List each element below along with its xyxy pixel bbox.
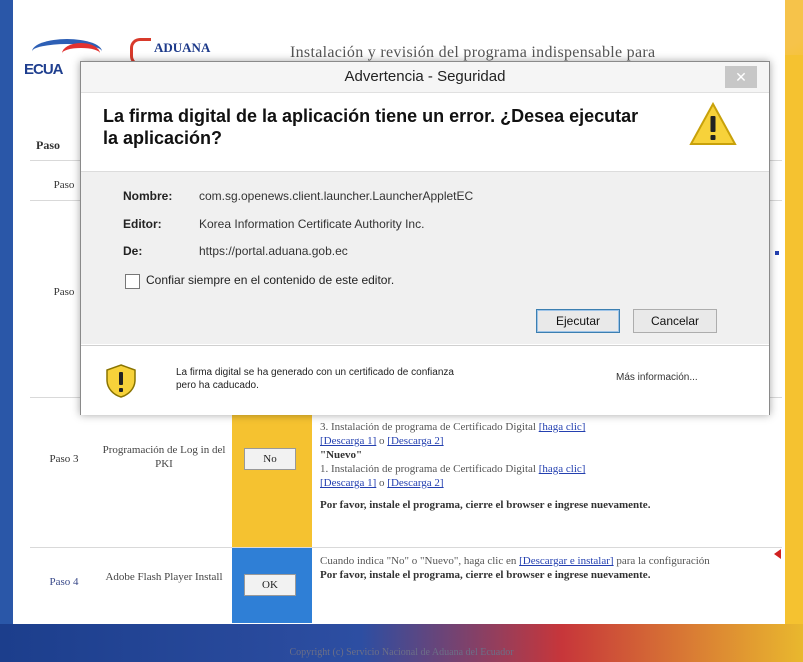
descarga-2-link[interactable]: [Descarga 2]	[387, 477, 443, 489]
field-value-editor: Korea Information Certificate Authority …	[199, 217, 425, 231]
trust-publisher-checkbox[interactable]	[125, 274, 140, 289]
run-button[interactable]: Ejecutar	[536, 309, 620, 333]
more-info-link[interactable]: Más información...	[616, 372, 698, 383]
step-label: Paso 4	[49, 576, 79, 588]
dialog-body: Nombre: com.sg.openews.client.launcher.L…	[81, 172, 769, 344]
table-row-paso-4: Paso 4 Adobe Flash Player Install OK Cua…	[30, 547, 782, 623]
status-cell: OK	[232, 548, 312, 623]
descarga-1-link[interactable]: [Descarga 1]	[320, 435, 376, 447]
status-cell: No	[232, 398, 312, 548]
link-fragment	[775, 251, 779, 255]
descarga-2-link[interactable]: [Descarga 2]	[387, 435, 443, 447]
descargar-instalar-link[interactable]: [Descargar e instalar]	[519, 555, 613, 567]
page-frame-right	[785, 0, 803, 662]
step-details: 3. Instalación de programa de Certificad…	[320, 420, 775, 512]
cancel-button[interactable]: Cancelar	[633, 309, 717, 333]
dialog-header: La firma digital de la aplicación tiene …	[81, 93, 769, 172]
haga-clic-link[interactable]: [haga clic]	[539, 463, 586, 475]
descarga-1-link[interactable]: [Descarga 1]	[320, 477, 376, 489]
warning-triangle-icon	[689, 102, 737, 145]
dialog-heading: La firma digital de la aplicación tiene …	[103, 106, 639, 148]
status-no-button[interactable]: No	[244, 448, 296, 470]
install-note: Por favor, instale el programa, cierre e…	[320, 499, 651, 511]
step-details: Cuando indica "No" o "Nuevo", haga clic …	[320, 554, 775, 582]
step-label: Paso 3	[49, 453, 79, 465]
trust-publisher-label[interactable]: Confiar siempre en el contenido de este …	[146, 273, 394, 287]
security-warning-dialog: Advertencia - Seguridad ✕ La firma digit…	[80, 61, 770, 415]
certificate-expired-message: La firma digital se ha generado con un c…	[176, 367, 454, 391]
haga-clic-link[interactable]: [haga clic]	[539, 421, 586, 433]
page-frame-left	[0, 0, 13, 662]
table-row-paso-3: Paso 3 Programación de Log in del PKI No…	[30, 397, 782, 548]
step-name: Adobe Flash Player Install	[105, 571, 223, 583]
step-name: Programación de Log in del PKI	[102, 444, 226, 470]
warning-shield-icon	[106, 364, 136, 398]
close-icon[interactable]: ✕	[725, 66, 757, 88]
install-note: Por favor, instale el programa, cierre e…	[320, 569, 651, 581]
copyright-text: Copyright (c) Servicio Nacional de Aduan…	[289, 647, 514, 658]
dialog-title: Advertencia - Seguridad	[344, 68, 506, 85]
field-value-de: https://portal.aduana.gob.ec	[199, 244, 348, 258]
field-value-nombre: com.sg.openews.client.launcher.LauncherA…	[199, 189, 474, 203]
ecuador-logo-text: ECUA	[24, 61, 64, 78]
table-header-paso: Paso	[36, 138, 60, 152]
aduana-logo-text: ADUANA	[154, 40, 211, 55]
status-ok-button[interactable]: OK	[244, 574, 296, 596]
dialog-footer: La firma digital se ha generado con un c…	[81, 345, 769, 415]
dialog-titlebar[interactable]: Advertencia - Seguridad ✕	[81, 62, 769, 93]
page-title: Instalación y revisión del programa indi…	[290, 44, 656, 61]
field-label-editor: Editor:	[123, 217, 162, 231]
field-label-nombre: Nombre:	[123, 189, 173, 203]
red-arrow-icon	[774, 549, 781, 559]
field-label-de: De:	[123, 244, 143, 258]
